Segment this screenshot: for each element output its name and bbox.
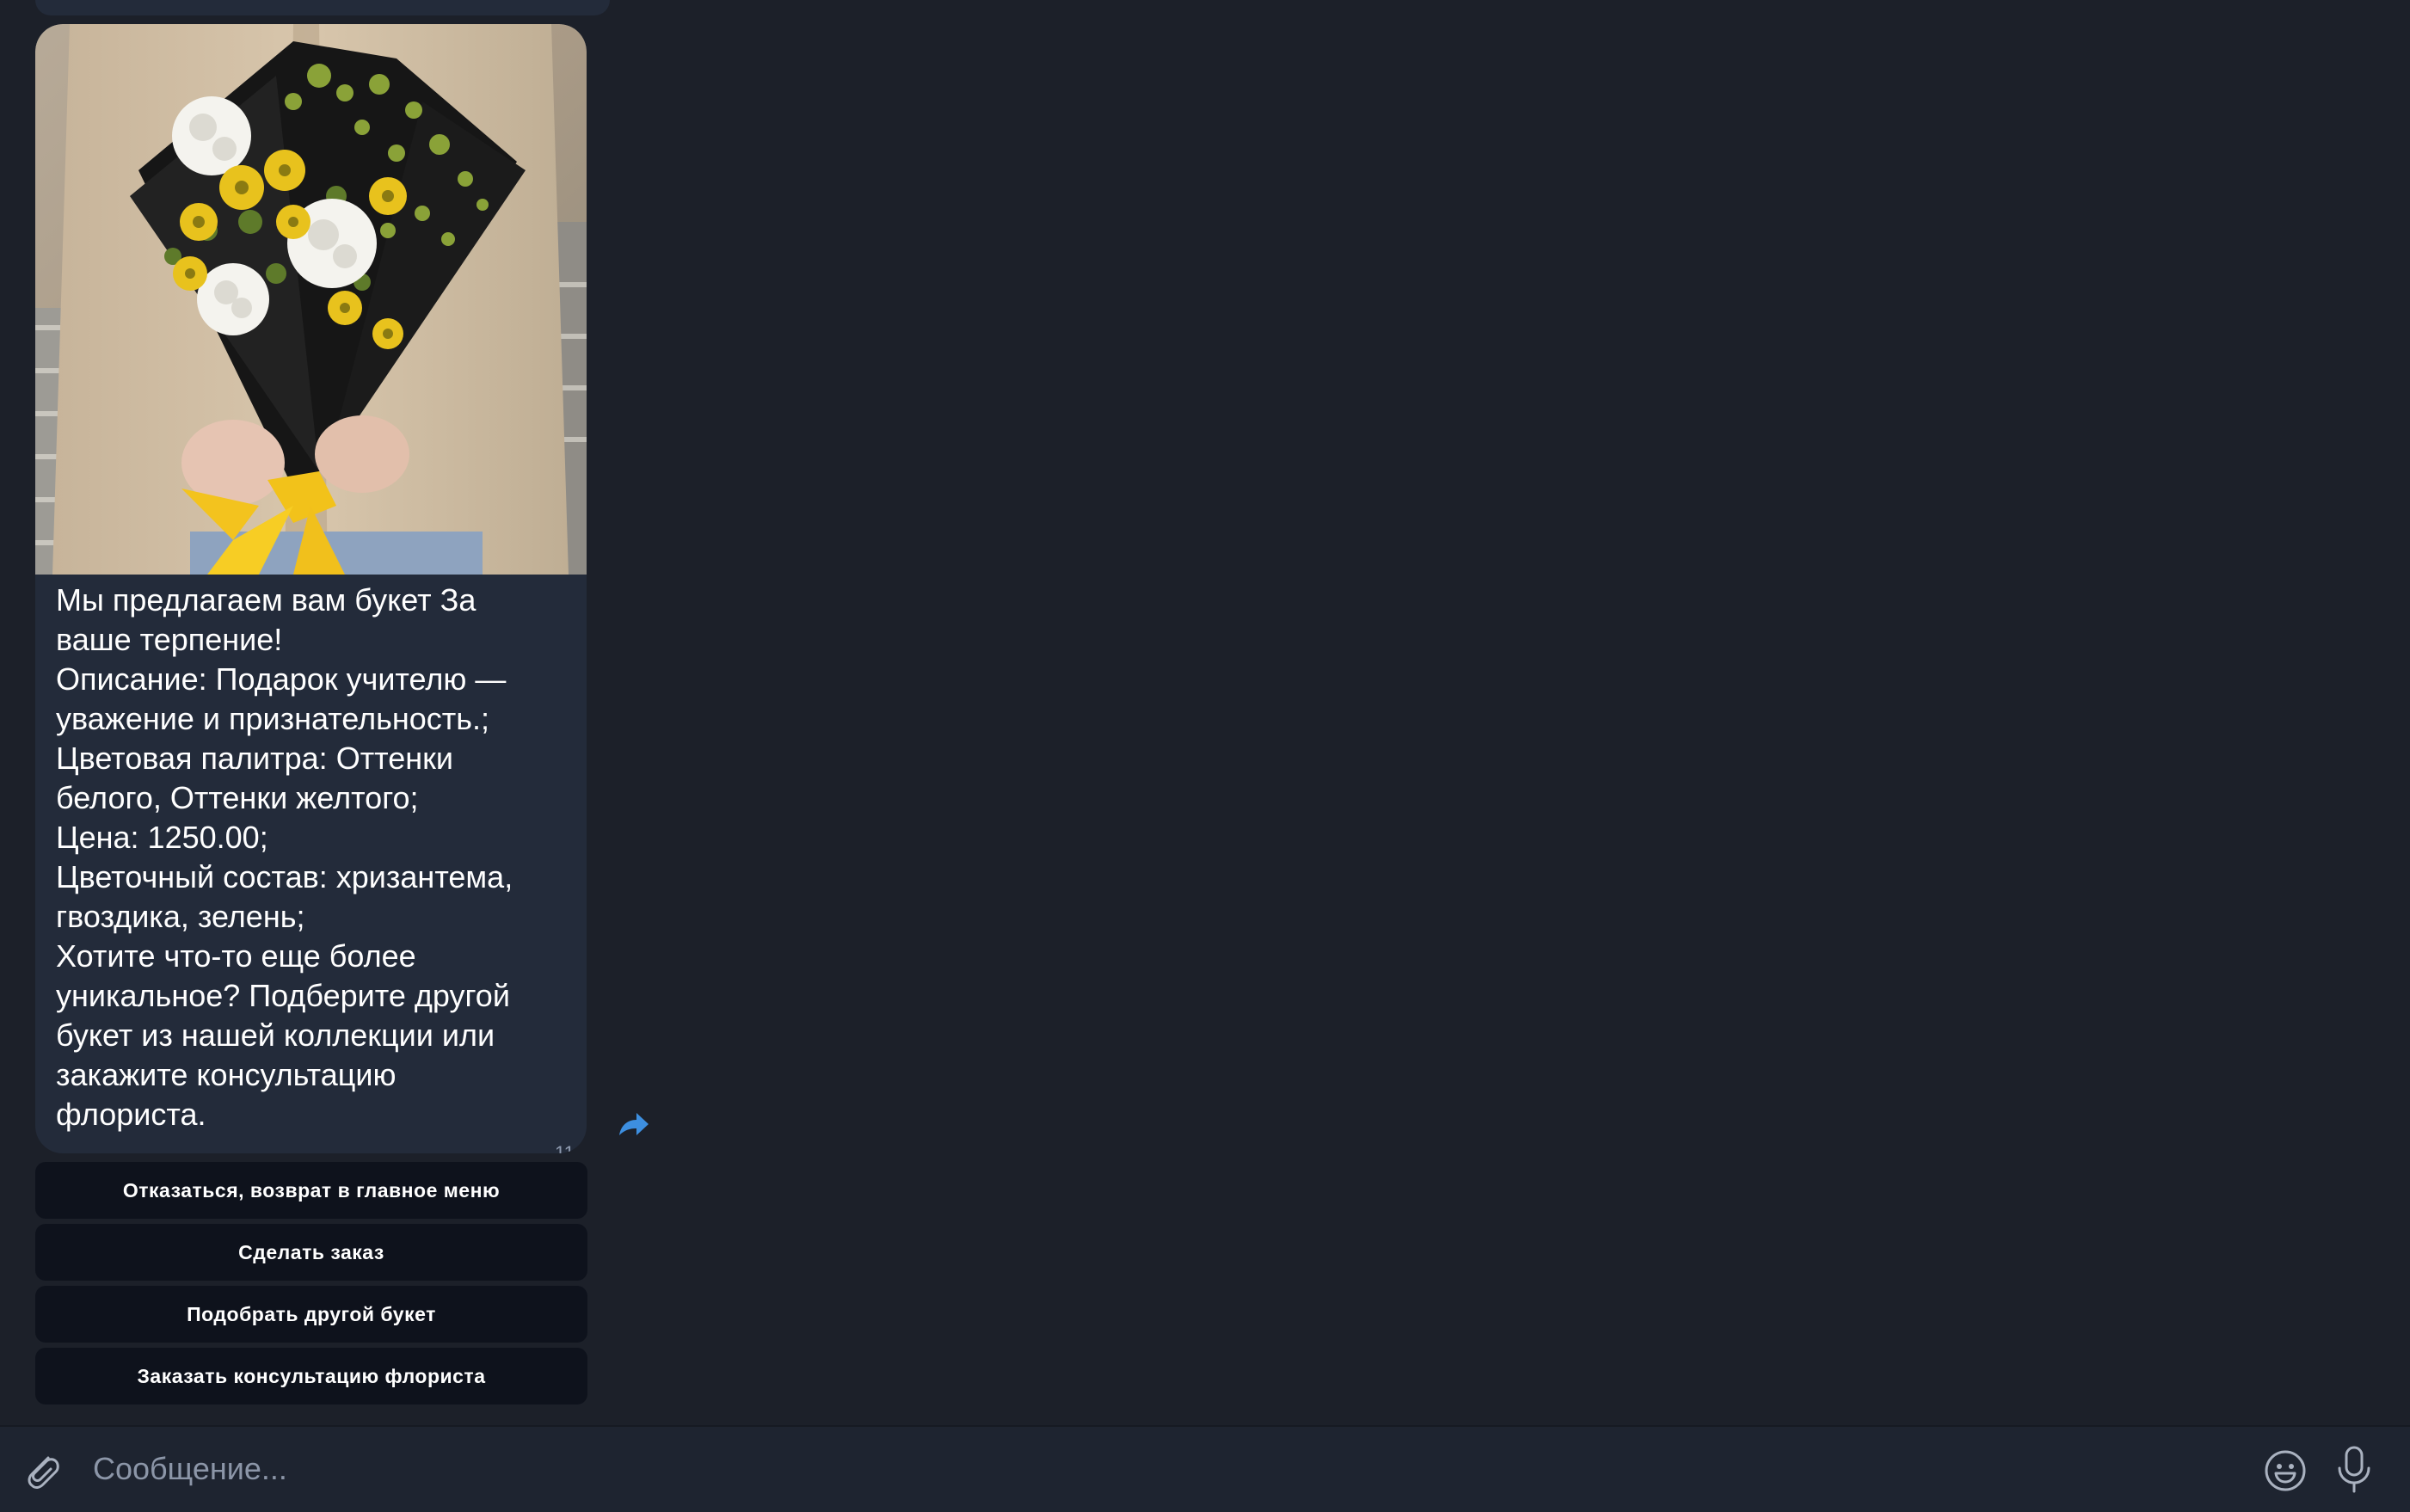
chat-area: Мы предлагаем вам букет За ваше терпение… <box>0 0 2410 1425</box>
message-bubble: Мы предлагаем вам букет За ваше терпение… <box>35 24 587 1153</box>
message-caption: Мы предлагаем вам букет За ваше терпение… <box>56 582 513 1132</box>
emoji-icon[interactable] <box>2262 1447 2309 1494</box>
message-time: 11:33 <box>555 1142 587 1153</box>
message-input-bar <box>0 1425 2410 1512</box>
paperclip-icon[interactable] <box>19 1447 64 1492</box>
order-florist-consultation-button[interactable]: Заказать консультацию флориста <box>35 1348 587 1404</box>
place-order-button[interactable]: Сделать заказ <box>35 1224 587 1281</box>
share-icon[interactable] <box>612 1109 654 1144</box>
decline-return-main-menu-button[interactable]: Отказаться, возврат в главное меню <box>35 1162 587 1219</box>
previous-message-bubble <box>35 0 610 15</box>
choose-another-bouquet-button[interactable]: Подобрать другой букет <box>35 1286 587 1343</box>
bouquet-photo[interactable] <box>35 24 587 575</box>
message-input[interactable] <box>86 1444 2250 1494</box>
microphone-icon[interactable] <box>2333 1444 2376 1496</box>
